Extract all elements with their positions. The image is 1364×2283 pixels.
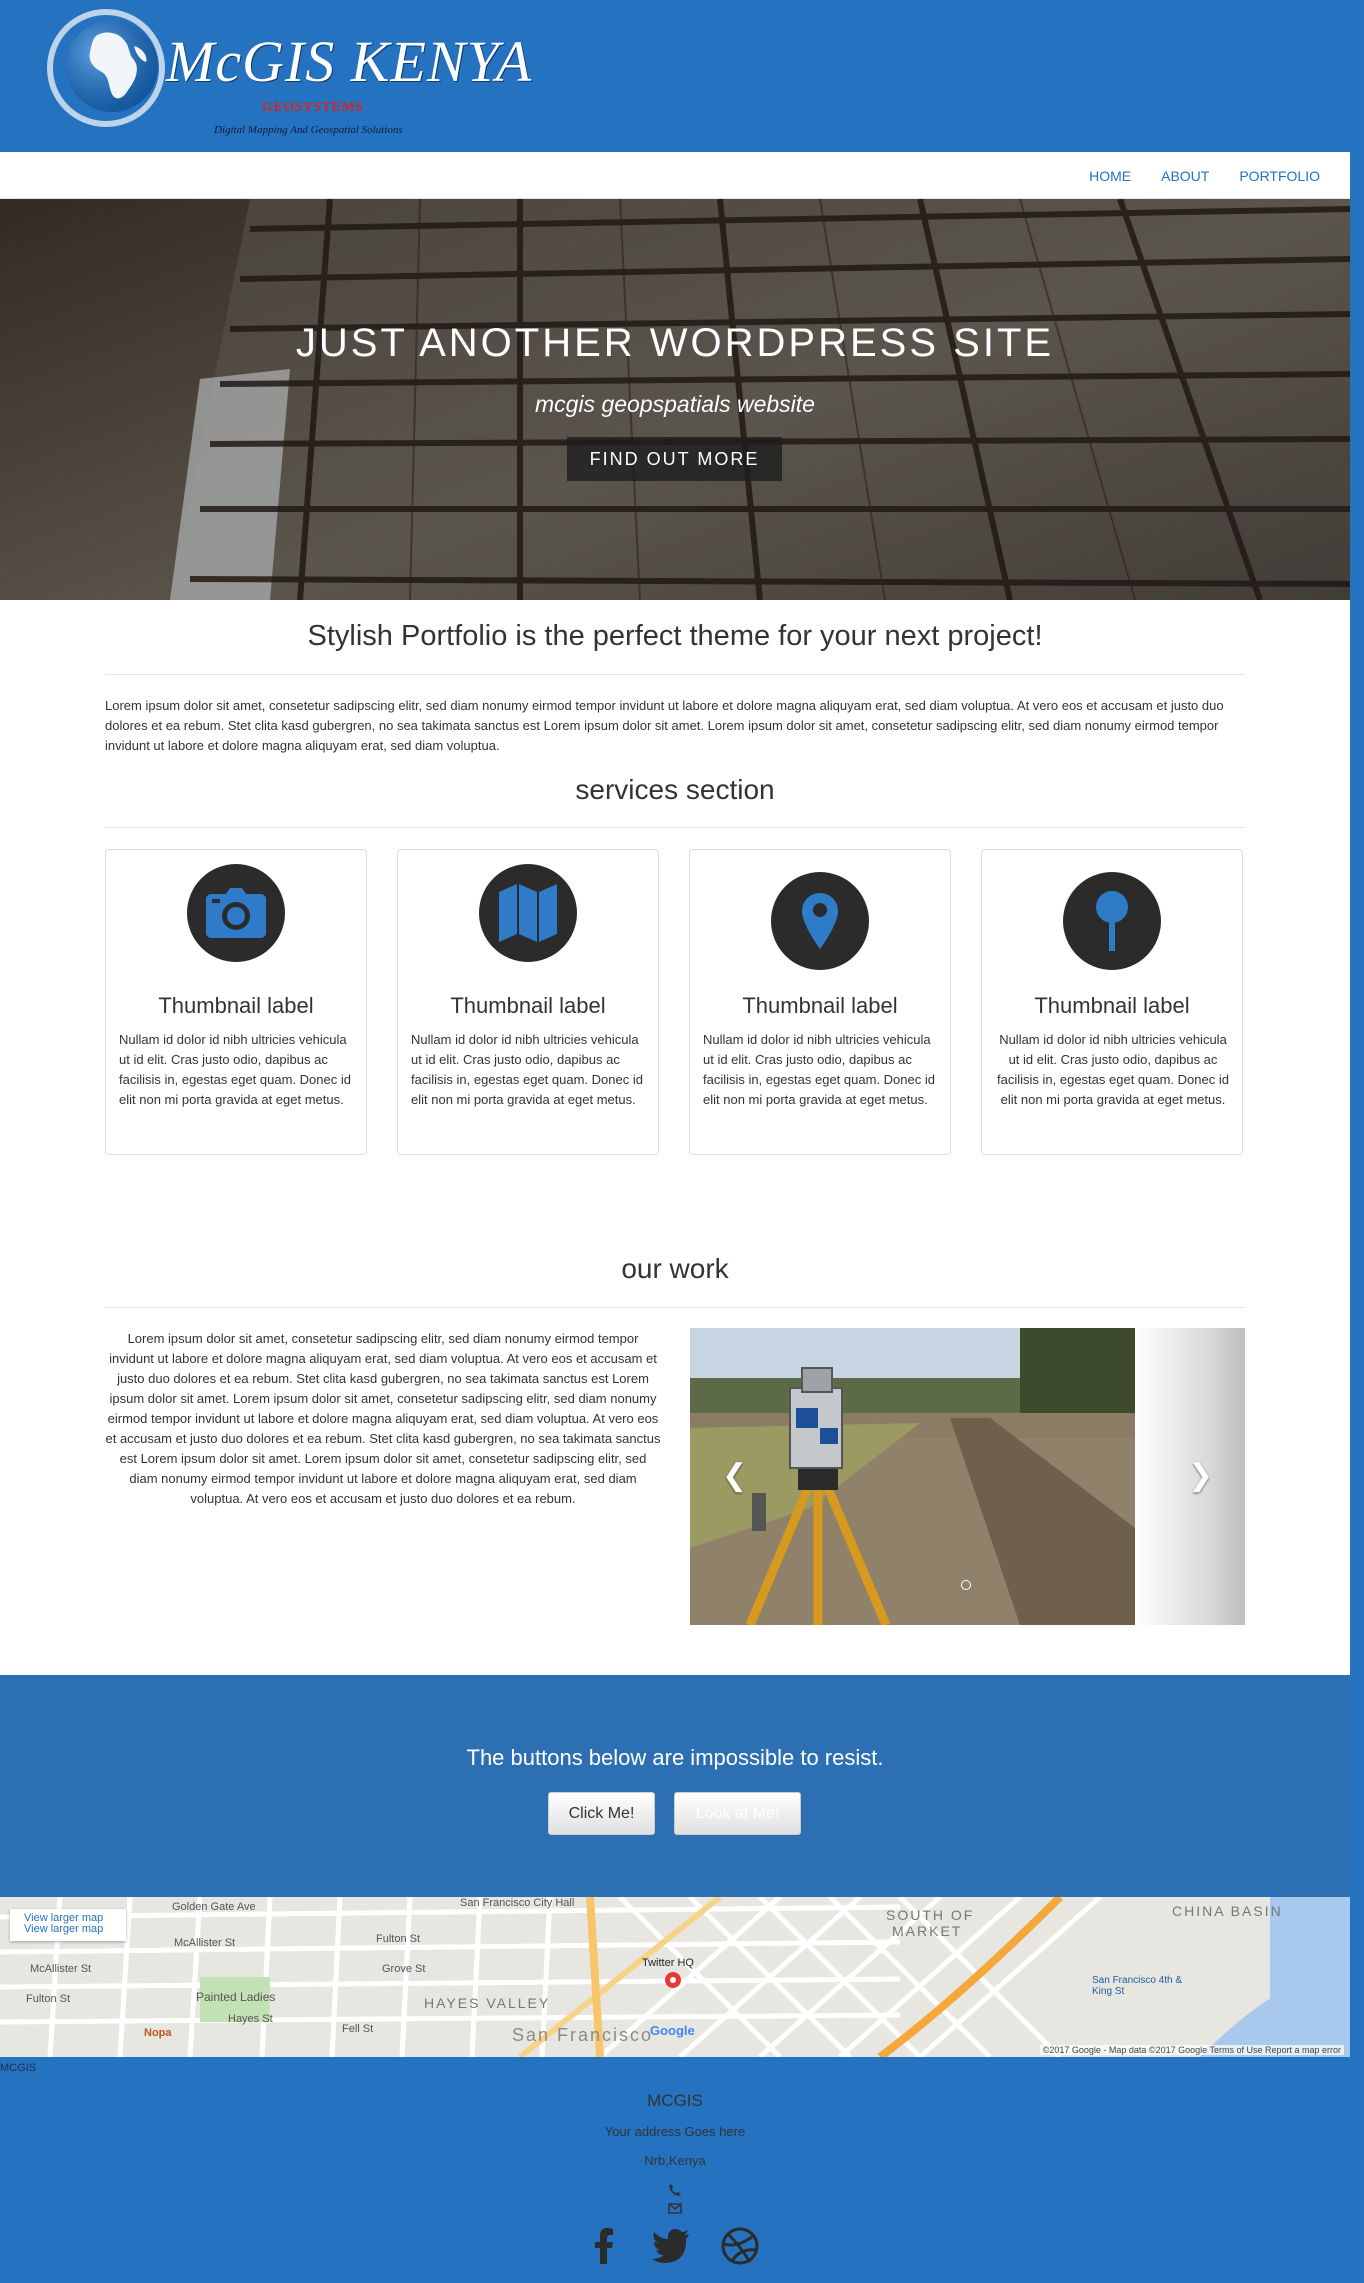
site-header: McGIS KENYA GEOSYSTEMS Digital Mapping A… — [0, 0, 1364, 152]
dribbble-icon[interactable] — [720, 2226, 760, 2266]
nav-portfolio[interactable]: PORTFOLIO — [1239, 168, 1320, 184]
work-text: Lorem ipsum dolor sit amet, consetetur s… — [105, 1331, 661, 1506]
map-label: Fulton St — [26, 1993, 71, 2005]
divider — [105, 674, 1245, 675]
chevron-right-icon[interactable]: ❯ — [1188, 1458, 1213, 1493]
service-card: Thumbnail label Nullam id dolor id nibh … — [105, 849, 367, 1155]
twitter-icon[interactable] — [651, 2226, 691, 2266]
map-label: Fulton St — [376, 1933, 421, 1945]
footer-company-name: MCGIS — [647, 2091, 703, 2110]
service-card: Thumbnail label Nullam id dolor id nibh … — [981, 849, 1243, 1155]
service-card: Thumbnail label Nullam id dolor id nibh … — [689, 849, 951, 1155]
nav-home[interactable]: HOME — [1089, 168, 1131, 184]
map-label: San Francisco 4th & King St — [1092, 1975, 1183, 1997]
work-heading: our work — [621, 1253, 729, 1284]
view-larger-map-link[interactable]: View larger map View larger map — [10, 1909, 126, 1941]
hero-title: JUST ANOTHER WORDPRESS SITE — [295, 321, 1055, 365]
map-label: Golden Gate Ave — [172, 1901, 256, 1913]
find-out-more-button[interactable]: FIND OUT MORE — [567, 437, 782, 481]
intro-text: Lorem ipsum dolor sit amet, consetetur s… — [105, 698, 1224, 753]
nav-links: HOME ABOUT PORTFOLIO — [1059, 152, 1320, 199]
map-label: SOUTH OF — [886, 1907, 975, 1923]
thumbnail-label: Thumbnail label — [742, 993, 898, 1018]
map-label: MARKET — [892, 1923, 963, 1939]
carousel-indicator[interactable] — [961, 1580, 971, 1590]
services-heading: services section — [575, 774, 775, 805]
chevron-left-icon[interactable]: ❮ — [722, 1458, 747, 1493]
site-logo[interactable]: McGIS KENYA GEOSYSTEMS Digital Mapping A… — [44, 6, 531, 141]
cta-text: The buttons below are impossible to resi… — [466, 1745, 884, 1770]
facebook-icon[interactable] — [585, 2226, 625, 2266]
google-logo: Google — [650, 2023, 695, 2038]
map-label: McAllister St — [174, 1937, 236, 1949]
divider — [105, 1307, 1245, 1308]
map-label: San Francisco — [512, 2025, 654, 2045]
thumbnail-text: Nullam id dolor id nibh ultricies vehicu… — [997, 1032, 1229, 1107]
footer-address: Your address Goes here — [604, 2124, 746, 2139]
map-label: McAllister St — [30, 1963, 92, 1975]
hero-banner: JUST ANOTHER WORDPRESS SITE mcgis geopsp… — [0, 199, 1350, 600]
click-me-button[interactable]: Click Me! — [548, 1792, 655, 1835]
thumbnail-text: Nullam id dolor id nibh ultricies vehicu… — [411, 1032, 643, 1107]
map-pin-icon — [1063, 872, 1161, 970]
intro-heading: Stylish Portfolio is the perfect theme f… — [307, 620, 1043, 652]
map-label: Painted Ladies — [196, 1990, 276, 2004]
thumbnail-label: Thumbnail label — [450, 993, 606, 1018]
thumbnail-label: Thumbnail label — [1034, 993, 1190, 1018]
map-label: Fell St — [342, 2023, 374, 2035]
nav-about[interactable]: ABOUT — [1161, 168, 1209, 184]
envelope-icon — [668, 2203, 682, 2214]
camera-icon — [187, 864, 285, 962]
main-content: Stylish Portfolio is the perfect theme f… — [0, 600, 1350, 1675]
map-pin-icon[interactable] — [664, 1971, 682, 1993]
map-label: Grove St — [382, 1963, 426, 1975]
navbar: HOME ABOUT PORTFOLIO — [0, 152, 1350, 199]
globe-icon — [47, 9, 165, 127]
footer-city: Nrb,Kenya — [644, 2153, 706, 2168]
map-label: Hayes St — [228, 2013, 273, 2025]
map-label: CHINA BASIN — [1172, 1903, 1283, 1919]
logo-subtitle: GEOSYSTEMS — [262, 100, 364, 115]
thumbnail-text: Nullam id dolor id nibh ultricies vehicu… — [119, 1032, 351, 1107]
call-to-action: The buttons below are impossible to resi… — [0, 1675, 1350, 1897]
map-icon — [479, 864, 577, 962]
thumbnail-label: Thumbnail label — [158, 993, 314, 1018]
map-label: San Francisco City Hall — [460, 1897, 575, 1909]
map-footer[interactable]: ©2017 Google - Map data ©2017 Google Ter… — [1039, 2045, 1344, 2055]
divider — [105, 827, 1245, 828]
logo-title: McGIS KENYA — [166, 29, 533, 94]
carousel-image — [690, 1328, 1135, 1625]
thumbnail-text: Nullam id dolor id nibh ultricies vehicu… — [703, 1032, 935, 1107]
phone-icon — [669, 2184, 681, 2196]
look-at-me-button[interactable]: Look at Me! — [674, 1792, 801, 1835]
work-carousel: ❮ ❯ — [690, 1328, 1245, 1625]
map-label: HAYES VALLEY — [424, 1995, 551, 2011]
map-marker-icon — [771, 872, 869, 970]
embedded-map[interactable]: View larger map View larger map Golden G… — [0, 1897, 1350, 2057]
map-label: Twitter HQ — [642, 1957, 694, 1969]
hero-subtitle: mcgis geopspatials website — [535, 391, 815, 417]
map-caption: MCGIS — [0, 2062, 37, 2074]
service-card: Thumbnail label Nullam id dolor id nibh … — [397, 849, 659, 1155]
view-larger-map-text[interactable]: View larger map — [24, 1924, 112, 1935]
map-label: Nopa — [144, 2027, 172, 2039]
logo-tagline: Digital Mapping And Geospatial Solutions — [214, 124, 403, 136]
